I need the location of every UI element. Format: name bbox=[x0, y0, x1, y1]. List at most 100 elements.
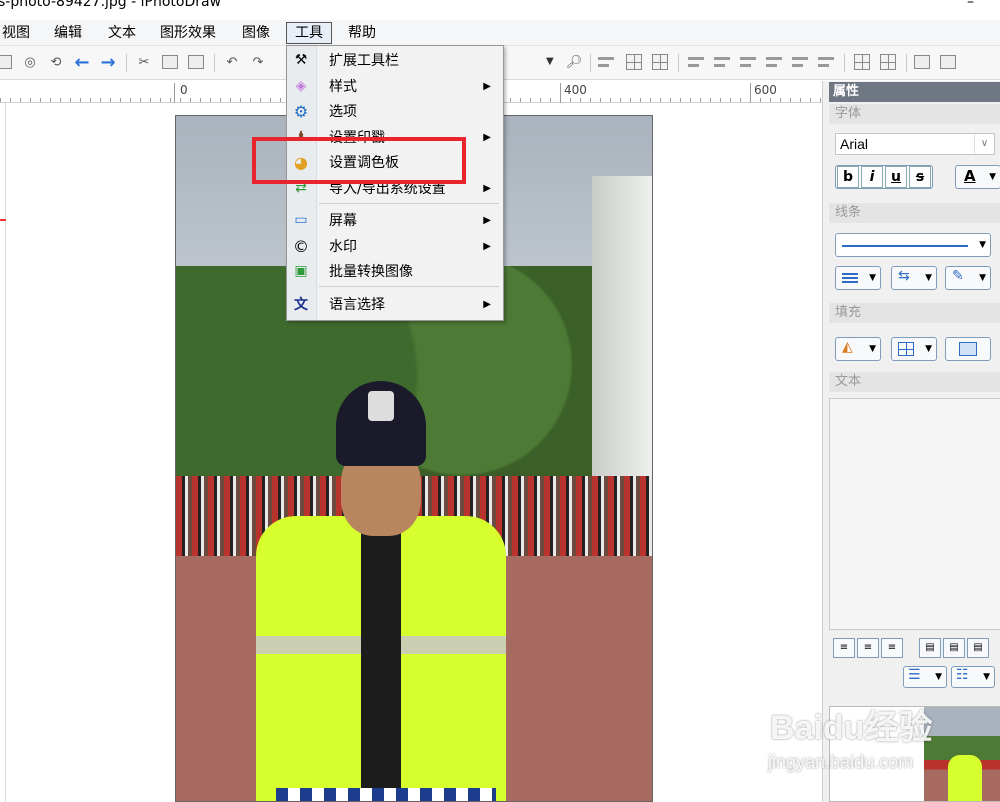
toolbar-separator bbox=[844, 54, 845, 72]
bullet-style-button[interactable]: ☷ ▼ bbox=[951, 666, 995, 688]
align-left-icon[interactable]: ≡ bbox=[833, 638, 855, 658]
batch-convert-icon: ▣ bbox=[294, 263, 308, 279]
valign-bottom-icon[interactable]: ▤ bbox=[967, 638, 989, 658]
valign-middle-icon[interactable]: ▤ bbox=[943, 638, 965, 658]
font-family-select[interactable]: Arial ∨ bbox=[835, 133, 995, 155]
ungroup-icon[interactable] bbox=[878, 52, 898, 72]
copy-icon[interactable] bbox=[160, 52, 180, 72]
dropdown-arrow-icon: ▼ bbox=[935, 672, 942, 682]
back-arrow-icon[interactable]: ← bbox=[72, 52, 92, 73]
align-center-icon[interactable] bbox=[712, 52, 732, 72]
toolbar-separator bbox=[906, 54, 907, 72]
minimize-button[interactable]: – bbox=[967, 0, 974, 10]
fill-pattern-button[interactable]: ▼ bbox=[891, 337, 937, 361]
fill-image-button[interactable] bbox=[945, 337, 991, 361]
dropdown-arrow-icon: ▼ bbox=[979, 240, 986, 250]
photo-checker-band bbox=[276, 788, 496, 801]
align-left-icon[interactable] bbox=[686, 52, 706, 72]
menu-edit[interactable]: 编辑 bbox=[46, 22, 90, 44]
align-top-icon[interactable] bbox=[764, 52, 784, 72]
line-style-select[interactable]: ▼ bbox=[835, 233, 991, 257]
forward-arrow-icon[interactable]: → bbox=[98, 52, 118, 73]
align-middle-icon[interactable] bbox=[790, 52, 810, 72]
group-icon[interactable] bbox=[852, 52, 872, 72]
title-bar: s-photo-89427.jpg - iPhotoDraw – bbox=[0, 0, 1000, 20]
align-right-icon[interactable] bbox=[738, 52, 758, 72]
dropdown-arrow-icon: ▼ bbox=[869, 273, 876, 283]
text-content-area[interactable] bbox=[829, 398, 1000, 630]
menu-item-label: 扩展工具栏 bbox=[329, 53, 399, 69]
bring-front-icon[interactable] bbox=[912, 52, 932, 72]
italic-button[interactable]: i bbox=[861, 166, 883, 188]
text-group-header: 文本 bbox=[829, 372, 1000, 392]
align-bottom-icon[interactable] bbox=[816, 52, 836, 72]
menu-item-language[interactable]: 文 语言选择 ▶ bbox=[287, 292, 503, 316]
menu-item-watermark[interactable]: © 水印 ▶ bbox=[287, 234, 503, 258]
menu-text[interactable]: 文本 bbox=[100, 22, 144, 44]
menu-help[interactable]: 帮助 bbox=[340, 22, 384, 44]
menu-item-extended-toolbar[interactable]: ⚒ 扩展工具栏 bbox=[287, 48, 503, 72]
line-width-icon bbox=[842, 273, 858, 283]
line-arrow-button[interactable]: ⇆ ▼ bbox=[891, 266, 937, 290]
strikethrough-button[interactable]: s bbox=[909, 166, 931, 188]
cut-icon[interactable]: ✂ bbox=[134, 52, 154, 72]
ruler-tick bbox=[750, 83, 751, 103]
bold-button[interactable]: b bbox=[837, 166, 859, 188]
menu-item-options[interactable]: ⚙ 选项 bbox=[287, 99, 503, 123]
grid-icon bbox=[898, 342, 914, 356]
fill-color-button[interactable]: ◭ ▼ bbox=[835, 337, 881, 361]
photo-officer-uniform bbox=[361, 516, 401, 801]
photo-monument bbox=[592, 176, 652, 516]
underline-button[interactable]: u bbox=[885, 166, 907, 188]
ruler-position-marker bbox=[0, 219, 6, 221]
menu-item-batch-convert[interactable]: ▣ 批量转换图像 bbox=[287, 259, 503, 283]
highlight-annotation-box bbox=[252, 137, 466, 184]
layout-icon[interactable] bbox=[624, 52, 644, 72]
menu-view[interactable]: 视图 bbox=[0, 22, 38, 44]
list-icon: ☰ bbox=[908, 667, 921, 683]
redo-icon[interactable]: ↷ bbox=[248, 52, 268, 72]
copyright-icon: © bbox=[293, 236, 309, 256]
menu-item-label: 语言选择 bbox=[329, 297, 385, 313]
layout-icon[interactable] bbox=[650, 52, 670, 72]
menu-item-label: 批量转换图像 bbox=[329, 264, 413, 280]
menu-graphic-effects[interactable]: 图形效果 bbox=[152, 22, 224, 44]
menu-image[interactable]: 图像 bbox=[234, 22, 278, 44]
zoom-icon[interactable]: 🔎︎ bbox=[564, 52, 584, 72]
style-gem-icon: ◈ bbox=[295, 78, 307, 94]
menu-item-label: 样式 bbox=[329, 79, 357, 95]
monitor-icon: ▭ bbox=[294, 212, 308, 228]
undo-icon[interactable]: ↶ bbox=[222, 52, 242, 72]
font-family-value: Arial bbox=[840, 136, 869, 152]
dropdown-arrow-icon: ▼ bbox=[989, 172, 996, 182]
photo-helmet-badge bbox=[368, 391, 394, 421]
window-title: s-photo-89427.jpg - iPhotoDraw bbox=[0, 0, 222, 10]
line-color-button[interactable]: ✎ ▼ bbox=[945, 266, 991, 290]
globe-icon[interactable]: ◎ bbox=[20, 52, 40, 72]
line-width-button[interactable]: ▼ bbox=[835, 266, 881, 290]
layout-icon[interactable] bbox=[596, 52, 616, 72]
menu-tools[interactable]: 工具 bbox=[286, 22, 332, 44]
link-icon[interactable]: ⟲ bbox=[46, 52, 66, 72]
line-style-preview bbox=[842, 245, 968, 247]
list-style-button[interactable]: ☰ ▼ bbox=[903, 666, 947, 688]
paint-bucket-icon: ◭ bbox=[842, 339, 853, 355]
menu-item-style[interactable]: ◈ 样式 ▶ bbox=[287, 74, 503, 98]
font-color-button[interactable]: A ▼ bbox=[955, 165, 1000, 189]
toolbar-separator bbox=[590, 54, 591, 72]
align-center-icon[interactable]: ≡ bbox=[857, 638, 879, 658]
image-icon bbox=[959, 342, 977, 356]
submenu-arrow-icon: ▶ bbox=[483, 80, 491, 92]
zoom-dropdown-arrow-icon[interactable]: ▼ bbox=[546, 56, 554, 67]
menu-item-screen[interactable]: ▭ 屏幕 ▶ bbox=[287, 208, 503, 232]
dropdown-arrow-icon: ▼ bbox=[983, 672, 990, 682]
submenu-arrow-icon: ▶ bbox=[483, 298, 491, 310]
send-back-icon[interactable] bbox=[938, 52, 958, 72]
arrow-style-icon: ⇆ bbox=[898, 268, 910, 284]
valign-top-icon[interactable]: ▤ bbox=[919, 638, 941, 658]
save-icon[interactable] bbox=[0, 52, 14, 72]
paste-icon[interactable] bbox=[186, 52, 206, 72]
dropdown-arrow-icon: ▼ bbox=[979, 273, 986, 283]
align-right-icon[interactable]: ≡ bbox=[881, 638, 903, 658]
chevron-down-icon: ∨ bbox=[974, 134, 994, 154]
